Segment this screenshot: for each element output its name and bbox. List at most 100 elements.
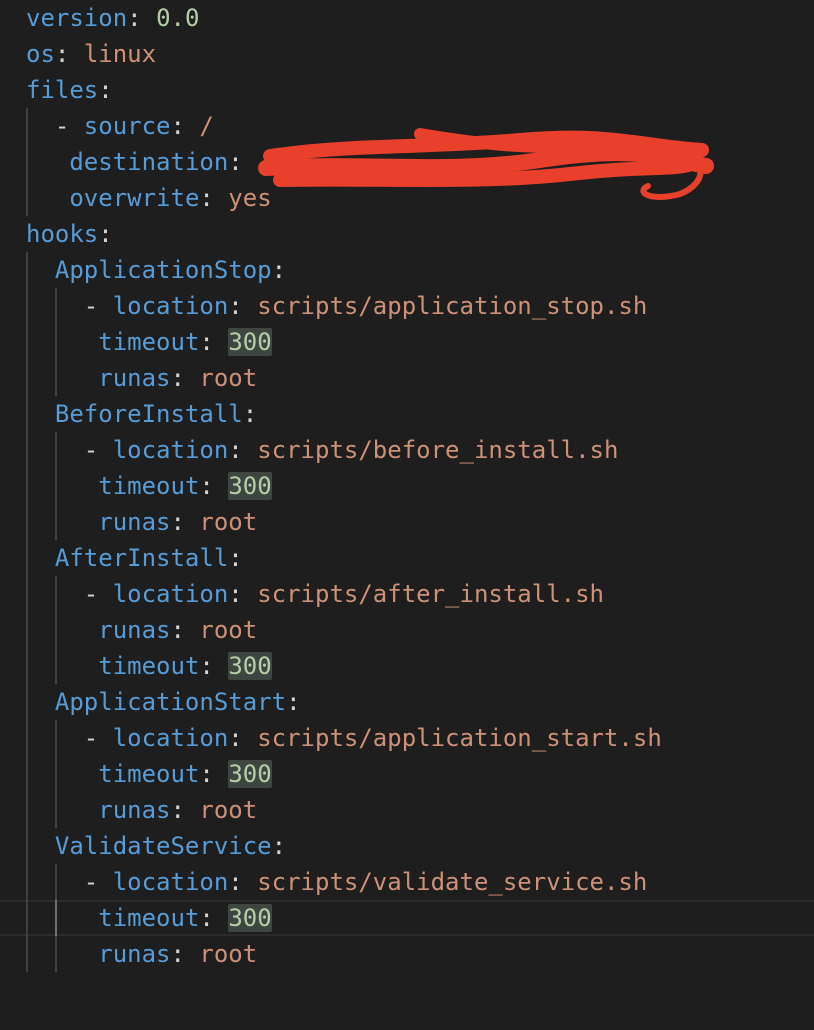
line-content: timeout: 300 bbox=[98, 468, 272, 504]
colon: : bbox=[286, 688, 301, 716]
code-line[interactable]: ApplicationStop: bbox=[0, 252, 814, 288]
indent-guide bbox=[54, 288, 57, 324]
yaml-key: ApplicationStop bbox=[54, 256, 272, 284]
colon: : bbox=[98, 220, 113, 248]
yaml-key: runas bbox=[98, 940, 171, 968]
code-line[interactable]: - location: scripts/application_start.sh bbox=[0, 720, 814, 756]
line-content: runas: root bbox=[98, 504, 257, 540]
yaml-value: root bbox=[199, 796, 258, 824]
yaml-value: root bbox=[199, 940, 258, 968]
yaml-value: 300 bbox=[228, 760, 272, 788]
code-line[interactable]: version: 0.0 bbox=[0, 0, 814, 36]
yaml-key: source bbox=[83, 112, 171, 140]
indent-guide bbox=[26, 468, 28, 504]
line-content: files: bbox=[26, 72, 113, 108]
colon: : bbox=[242, 400, 258, 428]
code-line[interactable]: - location: scripts/before_install.sh bbox=[0, 432, 814, 468]
line-content: BeforeInstall: bbox=[55, 396, 257, 432]
colon: : bbox=[170, 364, 185, 392]
line-content: - location: scripts/application_stop.sh bbox=[84, 288, 648, 324]
yaml-key: runas bbox=[98, 616, 171, 644]
indent-guide bbox=[26, 288, 28, 324]
line-content: - location: scripts/application_start.sh bbox=[84, 720, 662, 756]
code-line[interactable]: files: bbox=[0, 72, 814, 108]
indent-guide bbox=[26, 540, 28, 576]
code-line[interactable]: timeout: 300 bbox=[0, 900, 814, 936]
yaml-key: BeforeInstall bbox=[54, 400, 243, 428]
colon: : bbox=[228, 148, 243, 176]
indent-guide bbox=[26, 180, 28, 216]
yaml-key: os bbox=[26, 40, 55, 68]
code-line[interactable]: timeout: 300 bbox=[0, 648, 814, 684]
code-line[interactable]: timeout: 300 bbox=[0, 756, 814, 792]
colon: : bbox=[228, 724, 243, 752]
indent-guide bbox=[54, 864, 57, 900]
line-content: overwrite: yes bbox=[69, 180, 271, 216]
list-dash: - bbox=[83, 868, 113, 896]
indent-guide bbox=[26, 756, 28, 792]
line-content: - location: scripts/validate_service.sh bbox=[84, 864, 648, 900]
indent-guide bbox=[54, 900, 57, 936]
code-line[interactable]: os: linux bbox=[0, 36, 814, 72]
yaml-key: location bbox=[112, 868, 229, 896]
yaml-key: hooks bbox=[26, 220, 99, 248]
line-content: AfterInstall: bbox=[55, 540, 243, 576]
code-line[interactable]: runas: root bbox=[0, 612, 814, 648]
line-content: timeout: 300 bbox=[98, 648, 272, 684]
yaml-value: root bbox=[199, 364, 258, 392]
code-line[interactable]: runas: root bbox=[0, 360, 814, 396]
yaml-key: location bbox=[112, 580, 229, 608]
code-line[interactable]: - location: scripts/validate_service.sh bbox=[0, 864, 814, 900]
indent-guide bbox=[54, 468, 57, 504]
yaml-key: timeout bbox=[98, 472, 200, 500]
colon: : bbox=[199, 652, 214, 680]
line-content: runas: root bbox=[98, 936, 257, 972]
code-line[interactable]: overwrite: yes bbox=[0, 180, 814, 216]
colon: : bbox=[228, 580, 243, 608]
indent-guide bbox=[54, 792, 57, 828]
colon: : bbox=[228, 436, 243, 464]
indent-guide bbox=[26, 576, 28, 612]
yaml-key: timeout bbox=[98, 760, 200, 788]
line-content: ApplicationStart: bbox=[55, 684, 301, 720]
code-line[interactable]: timeout: 300 bbox=[0, 324, 814, 360]
code-line[interactable]: runas: root bbox=[0, 792, 814, 828]
indent-guide bbox=[26, 828, 28, 864]
list-dash: - bbox=[54, 112, 84, 140]
code-line[interactable]: - location: scripts/after_install.sh bbox=[0, 576, 814, 612]
code-line[interactable]: - location: scripts/application_stop.sh bbox=[0, 288, 814, 324]
code-line[interactable]: hooks: bbox=[0, 216, 814, 252]
colon: : bbox=[199, 472, 214, 500]
yaml-key: ApplicationStart bbox=[54, 688, 287, 716]
code-editor[interactable]: version: 0.0 os: linux files: - source: / de… bbox=[0, 0, 814, 1030]
yaml-value: linux bbox=[83, 40, 157, 68]
yaml-key: AfterInstall bbox=[54, 544, 229, 572]
indent-guide bbox=[26, 252, 28, 288]
code-line[interactable]: runas: root bbox=[0, 936, 814, 972]
colon: : bbox=[170, 616, 185, 644]
yaml-value: scripts/application_stop.sh bbox=[257, 292, 648, 320]
line-content: ValidateService: bbox=[55, 828, 286, 864]
code-line[interactable]: ApplicationStart: bbox=[0, 684, 814, 720]
yaml-key: timeout bbox=[98, 328, 200, 356]
code-line[interactable]: timeout: 300 bbox=[0, 468, 814, 504]
line-content: ApplicationStop: bbox=[55, 252, 286, 288]
line-content: - location: scripts/before_install.sh bbox=[84, 432, 619, 468]
code-line[interactable]: ValidateService: bbox=[0, 828, 814, 864]
yaml-key: runas bbox=[98, 796, 171, 824]
indent-guide bbox=[54, 720, 57, 756]
line-content: runas: root bbox=[98, 360, 257, 396]
yaml-key: files bbox=[26, 76, 99, 104]
line-content: runas: root bbox=[98, 612, 257, 648]
yaml-value: scripts/after_install.sh bbox=[257, 580, 604, 608]
code-line[interactable]: BeforeInstall: bbox=[0, 396, 814, 432]
code-line[interactable]: - source: / bbox=[0, 108, 814, 144]
yaml-value: scripts/before_install.sh bbox=[257, 436, 619, 464]
code-line[interactable]: runas: root bbox=[0, 504, 814, 540]
code-line[interactable]: destination: bbox=[0, 144, 814, 180]
code-line[interactable]: AfterInstall: bbox=[0, 540, 814, 576]
colon: : bbox=[199, 184, 214, 212]
colon: : bbox=[228, 544, 243, 572]
line-content: hooks: bbox=[26, 216, 113, 252]
indent-guide bbox=[26, 432, 28, 468]
